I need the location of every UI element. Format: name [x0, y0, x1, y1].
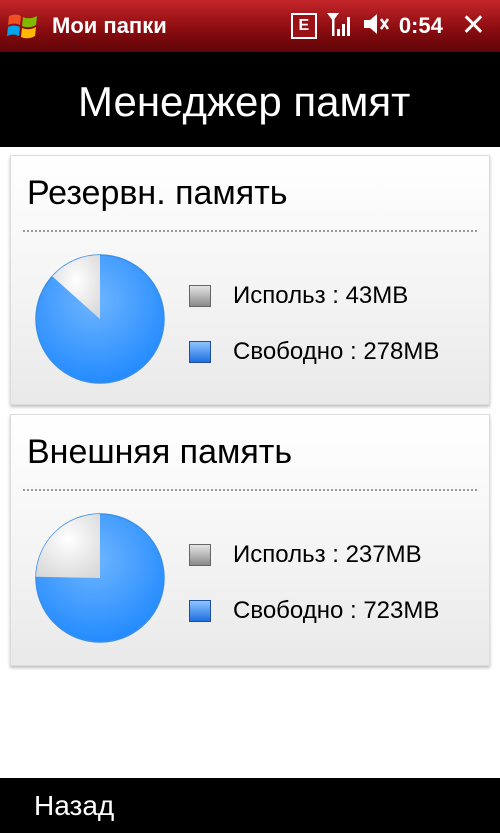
- legend-used: Использ : 43MB: [189, 268, 439, 324]
- legend-free: Свободно : 278MB: [189, 324, 439, 380]
- free-swatch: [189, 600, 211, 622]
- divider: [23, 489, 477, 491]
- memory-pie-chart: [35, 254, 165, 384]
- used-swatch: [189, 544, 211, 566]
- speaker-muted-icon[interactable]: [361, 10, 391, 43]
- close-icon[interactable]: ✕: [461, 11, 486, 41]
- legend-used: Использ : 237MB: [189, 527, 439, 583]
- free-swatch: [189, 341, 211, 363]
- softkey-bar: Назад: [0, 778, 500, 833]
- used-label: Использ : 43MB: [233, 282, 409, 309]
- network-type-badge[interactable]: E: [290, 13, 317, 39]
- status-bar: Мои папки E 0:54 ✕: [0, 0, 500, 52]
- legend: Использ : 237MB Свободно : 723MB: [189, 527, 439, 639]
- external-memory-card: Внешняя память Использ : 237MB Свободно …: [10, 414, 490, 666]
- legend-free: Свободно : 723MB: [189, 583, 439, 639]
- legend: Использ : 43MB Свободно : 278MB: [189, 268, 439, 380]
- page-title: Менеджер памят: [78, 78, 411, 125]
- page-header: Менеджер памят: [0, 52, 500, 147]
- reserve-memory-card: Резервн. память Использ : 43MB Свободно …: [10, 155, 490, 405]
- free-label: Свободно : 723MB: [233, 597, 440, 624]
- memory-pie-chart: [35, 513, 165, 643]
- free-label: Свободно : 278MB: [233, 338, 440, 365]
- divider: [23, 230, 477, 232]
- card-title: Внешняя память: [27, 433, 293, 471]
- signal-icon[interactable]: [325, 10, 353, 43]
- clock: 0:54: [398, 13, 443, 38]
- app-title: Мои папки: [52, 13, 167, 38]
- windows-start-icon[interactable]: [0, 0, 46, 52]
- back-button[interactable]: Назад: [34, 790, 114, 822]
- card-title: Резервн. память: [27, 174, 288, 212]
- used-label: Использ : 237MB: [233, 541, 422, 568]
- pie-slice-used: [36, 514, 100, 578]
- used-swatch: [189, 285, 211, 307]
